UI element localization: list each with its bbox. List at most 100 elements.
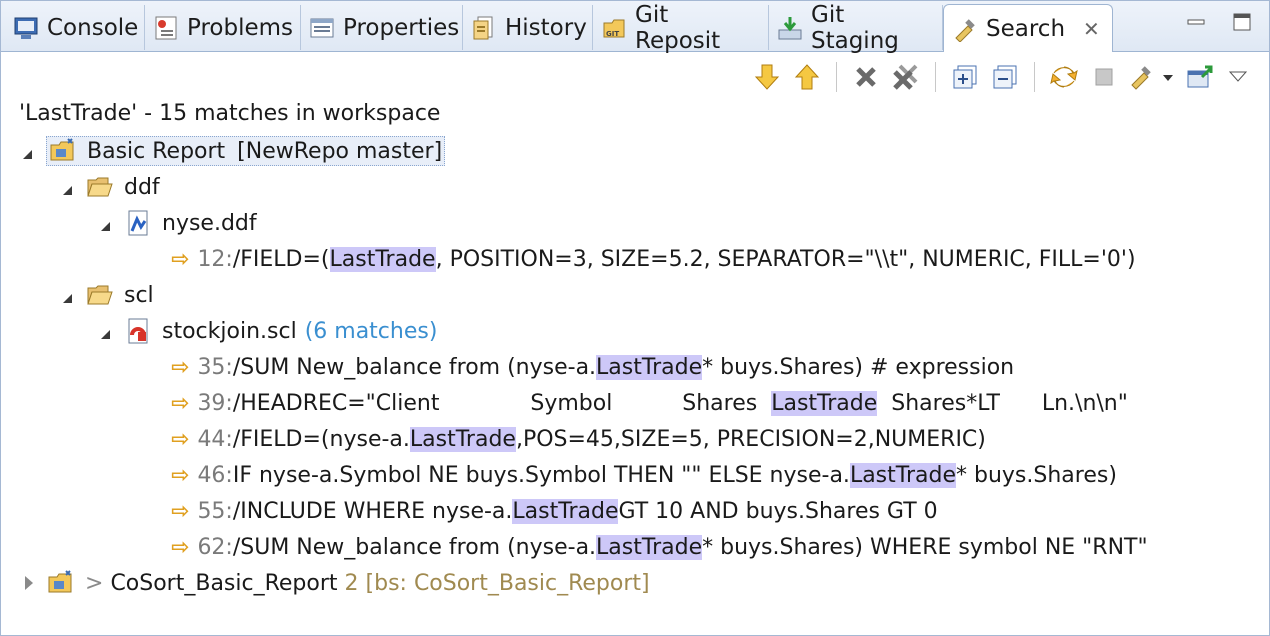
problems-icon	[153, 15, 179, 41]
tab-git-repositories[interactable]: GIT Git Reposit	[593, 2, 769, 54]
toolbar-separator	[935, 62, 936, 92]
tree-folder-scl[interactable]: scl	[63, 277, 154, 313]
collapsed-twisty-icon[interactable]	[25, 576, 33, 590]
match-text-before: /HEADREC="Client Symbol Shares	[232, 390, 772, 416]
tree-project-basic-report[interactable]: Basic Report [NewRepo master]	[23, 133, 446, 169]
match-line-number: 46:	[197, 462, 233, 488]
expanded-twisty-icon[interactable]	[63, 185, 72, 195]
folder-name: scl	[124, 282, 154, 308]
match-text-before: /SUM New_balance from (nyse-a.	[232, 354, 597, 380]
tab-history-label: History	[505, 14, 587, 41]
match-arrow-icon: ⇨	[171, 246, 190, 272]
match-text-before: /INCLUDE WHERE nyse-a.	[232, 498, 513, 524]
match-text-after: , POSITION=3, SIZE=5.2, SEPARATOR="\\t",…	[435, 246, 1136, 272]
properties-icon	[309, 15, 335, 41]
match-line-number: 35:	[197, 354, 233, 380]
expanded-twisty-icon[interactable]	[23, 149, 32, 159]
history-icon	[471, 15, 497, 41]
tab-console-label: Console	[47, 14, 139, 41]
tree-match-row[interactable]: ⇨ 44: /FIELD=(nyse-a. LastTrade ,POS=45,SI…	[171, 421, 986, 457]
match-arrow-icon: ⇨	[171, 498, 190, 524]
cancel-search-icon[interactable]	[1089, 62, 1119, 92]
tab-properties-label: Properties	[343, 14, 460, 41]
tree-match-row[interactable]: ⇨ 39: /HEADREC="Client Symbol Shares Las…	[171, 385, 1128, 421]
ddf-file-icon	[124, 209, 152, 237]
match-count: (6 matches)	[304, 318, 438, 344]
toolbar-separator	[836, 62, 837, 92]
search-history-icon[interactable]	[1129, 62, 1175, 92]
match-text-after: * buys.Shares) WHERE symbol NE "RNT"	[702, 534, 1148, 560]
tree-project-cosort[interactable]: > CoSort_Basic_Report 2 [bs: CoSort_Basi…	[25, 565, 650, 601]
search-toolbar	[752, 59, 1251, 95]
match-highlight: LastTrade	[409, 426, 516, 452]
project-match-count: 2	[337, 570, 359, 596]
previous-match-icon[interactable]	[792, 62, 822, 92]
match-arrow-icon: ⇨	[171, 390, 190, 416]
match-line-number: 55:	[197, 498, 233, 524]
tree-match-row[interactable]: ⇨ 46: IF nyse-a.Symbol NE buys.Symbol TH…	[171, 457, 1117, 493]
refresh-search-icon[interactable]	[1049, 62, 1079, 92]
tab-properties[interactable]: Properties	[301, 5, 463, 50]
tab-search[interactable]: Search ✕	[943, 4, 1113, 52]
match-arrow-icon: ⇨	[171, 426, 190, 452]
scl-file-icon	[124, 317, 152, 345]
git-project-icon	[47, 569, 75, 597]
console-icon	[13, 15, 39, 41]
tree-file-nyse[interactable]: nyse.ddf	[101, 205, 257, 241]
tree-match-row[interactable]: ⇨ 12: /FIELD=(LastTrade, POSITION=3, SIZ…	[171, 241, 1136, 277]
match-text-after: GT 10 AND buys.Shares GT 0	[618, 498, 938, 524]
pin-view-icon[interactable]	[1185, 62, 1215, 92]
match-highlight: LastTrade	[512, 498, 619, 524]
tab-console[interactable]: Console	[5, 5, 145, 50]
match-highlight: LastTrade	[596, 534, 703, 560]
match-line-number: 62:	[197, 534, 233, 560]
expanded-twisty-icon[interactable]	[101, 329, 110, 339]
tree-match-row[interactable]: ⇨ 62: /SUM New_balance from (nyse-a. Last…	[171, 529, 1148, 565]
match-arrow-icon: ⇨	[171, 462, 190, 488]
maximize-icon[interactable]	[1231, 11, 1253, 38]
minimize-icon[interactable]	[1185, 11, 1207, 38]
tab-search-label: Search	[986, 15, 1066, 42]
view-tab-bar: Console Problems Properties History GIT …	[1, 1, 1269, 54]
match-line-number: 12:	[197, 246, 233, 272]
expand-all-icon[interactable]	[950, 62, 980, 92]
match-highlight: LastTrade	[849, 462, 956, 488]
match-highlight: LastTrade	[329, 246, 436, 272]
file-name: stockjoin.scl	[162, 318, 297, 344]
project-repo: [NewRepo master]	[237, 138, 443, 164]
collapse-all-icon[interactable]	[990, 62, 1020, 92]
view-menu-icon[interactable]	[1225, 62, 1251, 92]
match-text-before: /SUM New_balance from (nyse-a.	[232, 534, 597, 560]
remove-match-icon[interactable]	[851, 62, 881, 92]
next-match-icon[interactable]	[752, 62, 782, 92]
remove-all-matches-icon[interactable]	[891, 62, 921, 92]
folder-open-icon	[86, 281, 114, 309]
tab-git-staging[interactable]: Git Staging	[769, 2, 943, 54]
match-text-before: /FIELD=(	[232, 246, 330, 272]
tree-folder-ddf[interactable]: ddf	[63, 169, 160, 205]
tree-match-row[interactable]: ⇨ 35: /SUM New_balance from (nyse-a. Last…	[171, 349, 1014, 385]
match-arrow-icon: ⇨	[171, 354, 190, 380]
git-repositories-icon: GIT	[601, 15, 627, 41]
tab-problems[interactable]: Problems	[145, 5, 301, 50]
project-name: CoSort_Basic_Report	[110, 570, 338, 596]
tab-problems-label: Problems	[187, 14, 294, 41]
match-text-after: Shares*LT Ln.\n\n"	[877, 390, 1128, 416]
folder-open-icon	[86, 173, 114, 201]
tree-match-row[interactable]: ⇨ 55: /INCLUDE WHERE nyse-a. LastTrade GT…	[171, 493, 938, 529]
tab-git-staging-label: Git Staging	[811, 1, 899, 54]
match-line-number: 44:	[197, 426, 233, 452]
match-text-after: * buys.Shares) # expression	[702, 354, 1015, 380]
match-line-number: 39:	[197, 390, 233, 416]
toolbar-separator	[1034, 62, 1035, 92]
match-text-after: ,POS=45,SIZE=5, PRECISION=2,NUMERIC)	[515, 426, 986, 452]
expanded-twisty-icon[interactable]	[63, 293, 72, 303]
close-tab-icon[interactable]: ✕	[1083, 17, 1100, 41]
tab-history[interactable]: History	[463, 5, 593, 50]
match-highlight: LastTrade	[771, 390, 878, 416]
tree-file-stockjoin[interactable]: stockjoin.scl (6 matches)	[101, 313, 437, 349]
tab-git-repositories-label: Git Reposit	[635, 1, 721, 54]
match-text-after: * buys.Shares)	[956, 462, 1117, 488]
search-flashlight-icon	[952, 16, 978, 43]
expanded-twisty-icon[interactable]	[101, 221, 110, 231]
